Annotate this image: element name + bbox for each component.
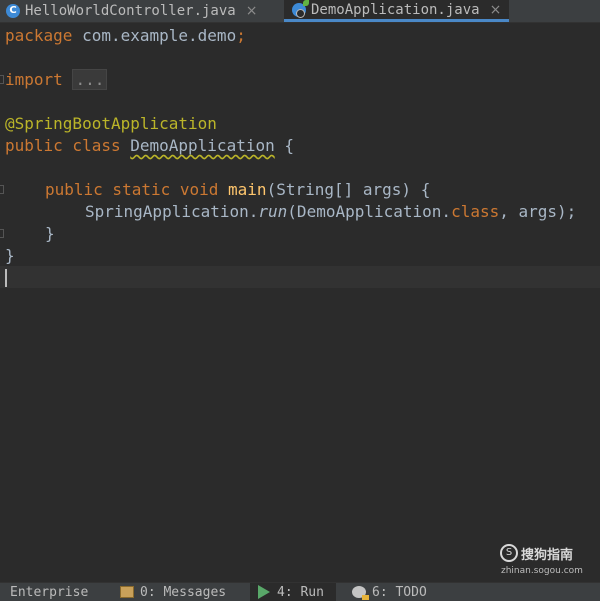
run-badge-icon	[296, 8, 305, 18]
code-editor[interactable]: package com.example.demo; import ... @Sp…	[0, 23, 600, 555]
watermark-subtitle: zhinan.sogou.com	[501, 566, 583, 576]
code-line-run-call: SpringApplication.run(DemoApplication.cl…	[85, 202, 577, 221]
folded-imports[interactable]: ...	[72, 69, 108, 90]
fold-marker-icon[interactable]	[0, 185, 4, 194]
tool-tab-enterprise[interactable]: Enterprise	[10, 583, 88, 601]
code-line-close-class: }	[5, 246, 15, 265]
code-line-annotation: @SpringBootApplication	[5, 114, 217, 133]
fold-marker-icon[interactable]	[0, 75, 4, 84]
close-icon[interactable]: ×	[490, 2, 502, 18]
code-line-close-method: }	[45, 224, 55, 243]
class-name[interactable]: DemoApplication	[130, 136, 275, 155]
tab-label: DemoApplication.java	[311, 1, 480, 18]
spring-boot-class-icon	[292, 0, 309, 18]
tool-tab-messages[interactable]: 0: Messages	[120, 583, 226, 601]
fold-marker-icon[interactable]	[0, 229, 4, 238]
run-icon	[258, 585, 270, 599]
code-line-main-method: public static void main(String[] args) {	[45, 180, 431, 199]
watermark: S 搜狗指南 zhinan.sogou.com	[500, 544, 600, 578]
close-icon[interactable]: ×	[246, 3, 258, 19]
todo-icon	[352, 586, 369, 600]
text-caret	[5, 269, 7, 287]
tab-hello-world-controller[interactable]: C HelloWorldController.java ×	[6, 0, 257, 22]
tab-label: HelloWorldController.java	[25, 3, 236, 19]
tool-tab-run[interactable]: 4: Run	[250, 583, 336, 601]
java-class-icon: C	[6, 4, 20, 18]
code-line-import: import ...	[5, 69, 108, 91]
tab-demo-application[interactable]: DemoApplication.java ×	[284, 0, 510, 22]
messages-icon	[120, 586, 134, 598]
watermark-title: 搜狗指南	[521, 548, 574, 563]
code-line-package: package com.example.demo;	[5, 26, 246, 45]
editor-tab-bar: C HelloWorldController.java × DemoApplic…	[0, 0, 600, 23]
current-line-highlight	[0, 266, 600, 288]
spring-leaf-icon	[303, 0, 309, 6]
code-line-class-decl: public class DemoApplication {	[5, 136, 294, 155]
tool-tab-todo[interactable]: 6: TODO	[352, 583, 427, 601]
tool-window-bar: Enterprise 0: Messages 4: Run 6: TODO	[0, 582, 600, 601]
sogou-logo-icon: S	[500, 544, 518, 562]
